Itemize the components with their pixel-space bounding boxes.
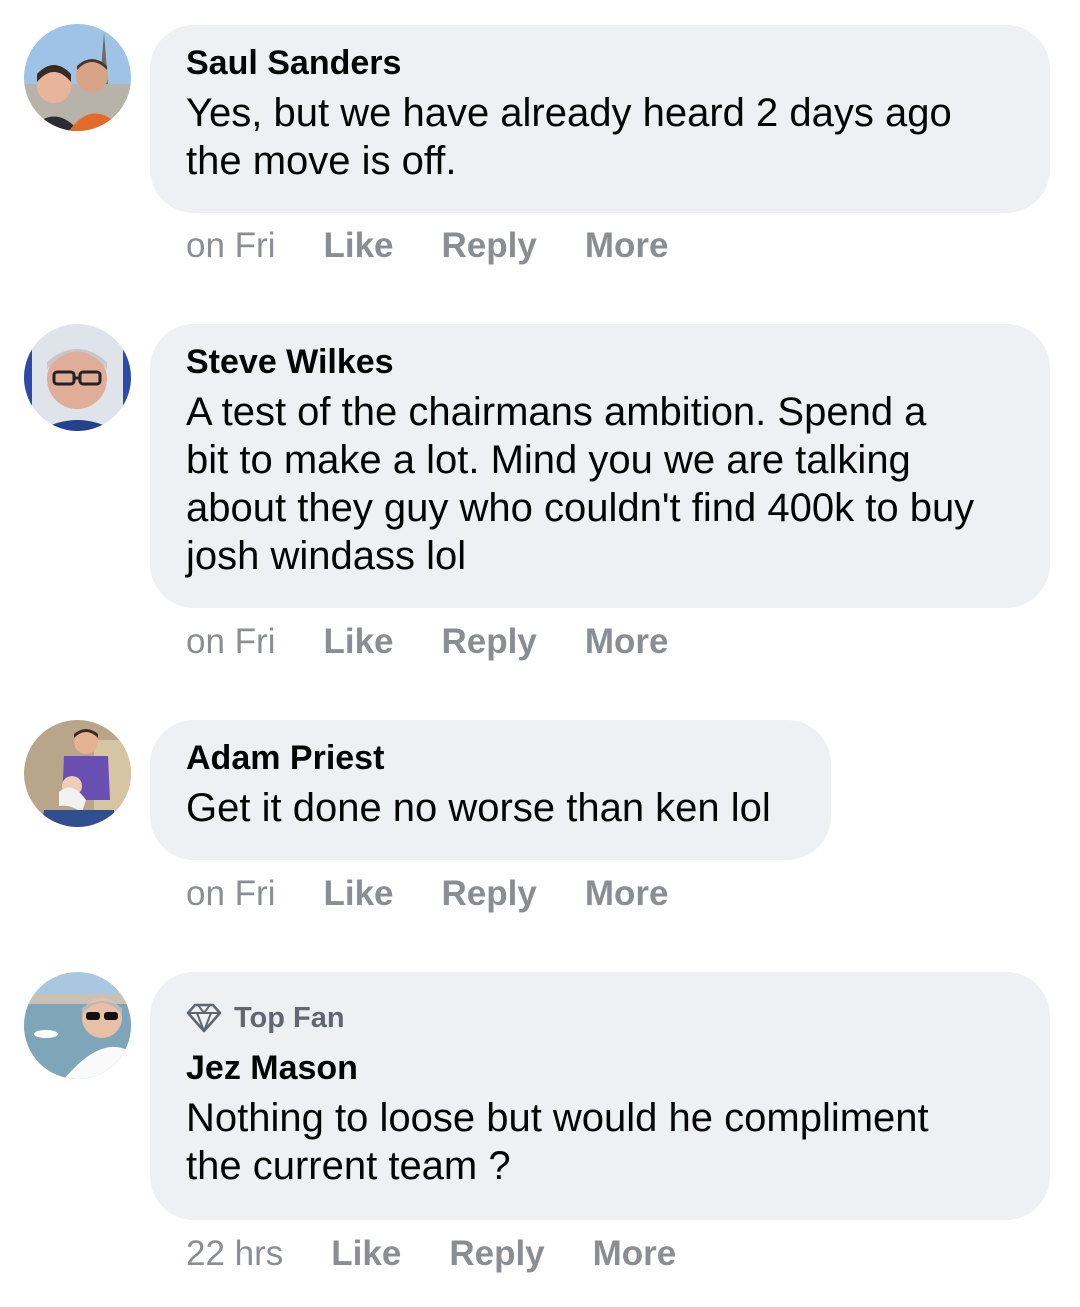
like-button[interactable]: Like: [323, 622, 393, 662]
top-fan-badge[interactable]: Top Fan: [186, 1000, 1014, 1036]
like-button[interactable]: Like: [323, 874, 393, 914]
avatar[interactable]: [24, 324, 131, 431]
comment-text: Nothing to loose but would he compliment…: [186, 1096, 929, 1188]
comment-actions: on Fri Like Reply More: [186, 226, 716, 266]
comment-author[interactable]: Adam Priest: [186, 738, 795, 778]
diamond-icon: [186, 1003, 222, 1033]
comment-author[interactable]: Saul Sanders: [186, 43, 1014, 83]
comment-bubble: Adam Priest Get it done no worse than ke…: [150, 720, 831, 860]
reply-button[interactable]: Reply: [449, 1234, 544, 1274]
couple-photo-avatar: [24, 24, 131, 131]
comment-timestamp[interactable]: on Fri: [186, 622, 275, 662]
comment-timestamp[interactable]: 22 hrs: [186, 1234, 283, 1274]
reply-button[interactable]: Reply: [442, 622, 537, 662]
avatar[interactable]: [24, 972, 131, 1079]
comment-bubble: Top Fan Jez Mason Nothing to loose but w…: [150, 972, 1050, 1220]
comment-author[interactable]: Jez Mason: [186, 1048, 1014, 1088]
comment-text: Get it done no worse than ken lol: [186, 786, 771, 830]
reply-button[interactable]: Reply: [442, 874, 537, 914]
avatar[interactable]: [24, 24, 131, 131]
comment-actions: on Fri Like Reply More: [186, 874, 716, 914]
more-button[interactable]: More: [593, 1234, 677, 1274]
comment-author[interactable]: Steve Wilkes: [186, 342, 1014, 382]
comment-timestamp[interactable]: on Fri: [186, 226, 275, 266]
avatar[interactable]: [24, 720, 131, 827]
top-fan-label: Top Fan: [234, 1002, 345, 1034]
comment-actions: 22 hrs Like Reply More: [186, 1234, 724, 1274]
more-button[interactable]: More: [585, 622, 669, 662]
like-button[interactable]: Like: [331, 1234, 401, 1274]
like-button[interactable]: Like: [323, 226, 393, 266]
more-button[interactable]: More: [585, 226, 669, 266]
comment-actions: on Fri Like Reply More: [186, 622, 716, 662]
man-glasses-avatar: [24, 324, 131, 431]
comment-text: Yes, but we have already heard 2 days ag…: [186, 91, 952, 183]
comment-timestamp[interactable]: on Fri: [186, 874, 275, 914]
comment-text: A test of the chairmans ambition. Spend …: [186, 390, 975, 578]
man-sunglasses-harbour-avatar: [24, 972, 131, 1079]
comment-bubble: Steve Wilkes A test of the chairmans amb…: [150, 324, 1050, 608]
comment-bubble: Saul Sanders Yes, but we have already he…: [150, 25, 1050, 213]
more-button[interactable]: More: [585, 874, 669, 914]
man-with-baby-avatar: [24, 720, 131, 827]
reply-button[interactable]: Reply: [442, 226, 537, 266]
